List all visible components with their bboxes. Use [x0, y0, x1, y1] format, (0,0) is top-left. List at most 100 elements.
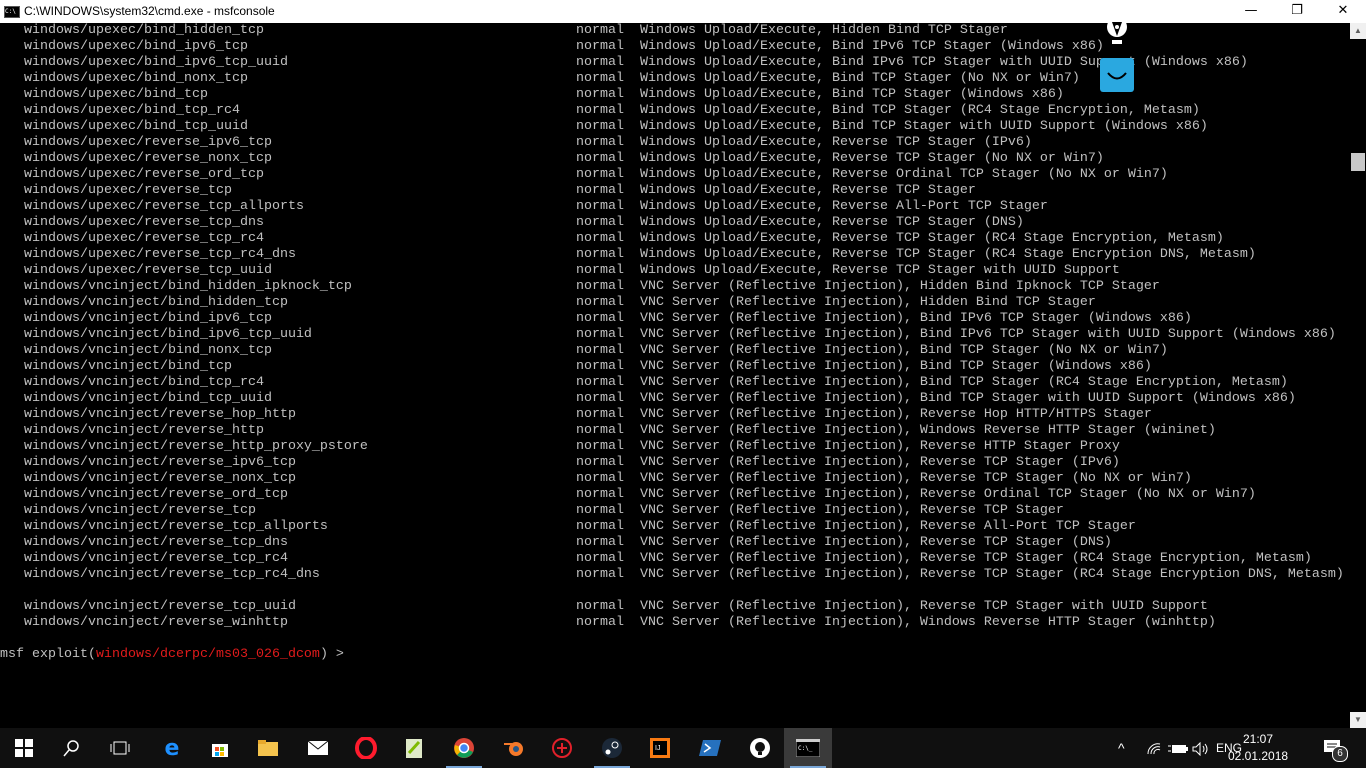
store-icon: [212, 744, 228, 757]
console-output[interactable]: msf exploit(windows/dcerpc/ms03_026_dcom…: [0, 23, 1350, 728]
payload-rank: normal: [576, 167, 624, 182]
payload-name: windows/upexec/reverse_tcp_rc4: [24, 231, 264, 246]
payload-rank: normal: [576, 407, 624, 422]
payload-rank: normal: [576, 503, 624, 518]
payload-description: VNC Server (Reflective Injection), Rever…: [640, 503, 1064, 518]
payload-description: Windows Upload/Execute, Bind IPv6 TCP St…: [640, 55, 1248, 70]
intellij-taskbar-button[interactable]: IJ: [636, 728, 684, 768]
payload-description: VNC Server (Reflective Injection), Bind …: [640, 343, 1168, 358]
payload-name: windows/upexec/bind_ipv6_tcp: [24, 39, 248, 54]
payload-description: VNC Server (Reflective Injection), Windo…: [640, 615, 1216, 630]
payload-description: VNC Server (Reflective Injection), Rever…: [640, 567, 1344, 582]
payload-rank: normal: [576, 71, 624, 86]
search-button[interactable]: [48, 728, 96, 768]
payload-description: Windows Upload/Execute, Reverse TCP Stag…: [640, 135, 1032, 150]
payload-name: windows/vncinject/reverse_nonx_tcp: [24, 471, 296, 486]
payload-rank: normal: [576, 231, 624, 246]
payload-description: Windows Upload/Execute, Reverse TCP Stag…: [640, 247, 1256, 262]
mail-taskbar-button[interactable]: [294, 728, 342, 768]
payload-description: VNC Server (Reflective Injection), Rever…: [640, 407, 1152, 422]
svg-text:IJ: IJ: [655, 745, 660, 752]
payload-rank: normal: [576, 199, 624, 214]
scroll-down-arrow-icon[interactable]: ▼: [1350, 712, 1366, 728]
smiley-widget-icon[interactable]: [1100, 58, 1134, 92]
opera-taskbar-button[interactable]: [342, 728, 390, 768]
show-hidden-icons-button[interactable]: ^: [1118, 728, 1125, 768]
payload-description: Windows Upload/Execute, Bind TCP Stager …: [640, 87, 1064, 102]
payload-rank: normal: [576, 311, 624, 326]
payload-rank: normal: [576, 423, 624, 438]
notepad-icon: [406, 739, 422, 758]
payload-rank: normal: [576, 23, 624, 38]
start-button[interactable]: [0, 728, 48, 768]
payload-rank: normal: [576, 375, 624, 390]
payload-name: windows/upexec/reverse_tcp: [24, 183, 232, 198]
store-taskbar-button[interactable]: [196, 728, 244, 768]
payload-rank: normal: [576, 103, 624, 118]
payload-description: VNC Server (Reflective Injection), Bind …: [640, 375, 1288, 390]
payload-name: windows/upexec/reverse_tcp_dns: [24, 215, 264, 230]
clock[interactable]: 21:07 02.01.2018: [1228, 731, 1288, 765]
payload-name: windows/vncinject/reverse_ipv6_tcp: [24, 455, 296, 470]
powershell-taskbar-button[interactable]: [686, 728, 734, 768]
edge-taskbar-button[interactable]: e: [148, 728, 196, 768]
payload-name: windows/upexec/reverse_tcp_rc4_dns: [24, 247, 296, 262]
blender-taskbar-button[interactable]: [490, 728, 538, 768]
red-circle-app-icon: [552, 738, 572, 758]
cmd-icon: C:\_: [796, 739, 820, 757]
tor-app-taskbar-button[interactable]: [736, 728, 784, 768]
payload-name: windows/vncinject/bind_hidden_ipknock_tc…: [24, 279, 352, 294]
pen-tool-icon[interactable]: [1104, 16, 1130, 46]
file-explorer-taskbar-button[interactable]: [244, 728, 292, 768]
close-button[interactable]: ✕: [1320, 0, 1366, 23]
payload-description: VNC Server (Reflective Injection), Rever…: [640, 439, 1120, 454]
payload-rank: normal: [576, 391, 624, 406]
minimize-button[interactable]: —: [1228, 0, 1274, 23]
payload-rank: normal: [576, 439, 624, 454]
battery-icon[interactable]: [1168, 728, 1188, 768]
intellij-icon: IJ: [650, 738, 670, 758]
payload-description: VNC Server (Reflective Injection), Rever…: [640, 471, 1192, 486]
command-prompt[interactable]: msf exploit(windows/dcerpc/ms03_026_dcom…: [0, 647, 344, 663]
steam-taskbar-button[interactable]: [588, 728, 636, 768]
payload-rank: normal: [576, 471, 624, 486]
edge-icon: e: [164, 735, 180, 761]
payload-name: windows/vncinject/reverse_tcp_rc4_dns: [24, 567, 320, 582]
lightbulb-app-icon: [750, 738, 770, 758]
payload-rank: normal: [576, 247, 624, 262]
console-scrollbar[interactable]: ▲ ▼: [1350, 23, 1366, 728]
payload-name: windows/upexec/bind_tcp_uuid: [24, 119, 248, 134]
action-center-button[interactable]: 6: [1322, 728, 1352, 768]
payload-rank: normal: [576, 151, 624, 166]
payload-rank: normal: [576, 535, 624, 550]
notepad-plus-taskbar-button[interactable]: [390, 728, 438, 768]
payload-name: windows/upexec/reverse_ord_tcp: [24, 167, 264, 182]
opera-icon: [355, 737, 377, 759]
payload-name: windows/vncinject/reverse_tcp_uuid: [24, 599, 296, 614]
task-view-button[interactable]: [96, 728, 144, 768]
payload-description: Windows Upload/Execute, Bind TCP Stager …: [640, 71, 1080, 86]
payload-rank: normal: [576, 263, 624, 278]
scroll-up-arrow-icon[interactable]: ▲: [1350, 23, 1366, 39]
payload-description: Windows Upload/Execute, Reverse All-Port…: [640, 199, 1048, 214]
payload-name: windows/vncinject/reverse_http: [24, 423, 264, 438]
powershell-icon: [699, 740, 721, 756]
steam-icon: [602, 738, 622, 758]
chrome-taskbar-button[interactable]: [440, 728, 488, 768]
payload-rank: normal: [576, 359, 624, 374]
volume-icon[interactable]: [1192, 728, 1210, 768]
wifi-icon[interactable]: [1146, 728, 1162, 768]
maximize-button[interactable]: ❐: [1274, 0, 1320, 23]
red-app-taskbar-button[interactable]: [538, 728, 586, 768]
search-icon: [63, 740, 79, 757]
cmd-taskbar-button[interactable]: C:\_: [784, 728, 832, 768]
payload-rank: normal: [576, 519, 624, 534]
payload-name: windows/vncinject/reverse_http_proxy_pst…: [24, 439, 368, 454]
payload-rank: normal: [576, 327, 624, 342]
payload-name: windows/upexec/bind_tcp: [24, 87, 208, 102]
payload-description: VNC Server (Reflective Injection), Rever…: [640, 599, 1208, 614]
payload-rank: normal: [576, 551, 624, 566]
payload-name: windows/upexec/reverse_tcp_uuid: [24, 263, 272, 278]
payload-rank: normal: [576, 599, 624, 614]
scrollbar-thumb[interactable]: [1351, 153, 1365, 171]
